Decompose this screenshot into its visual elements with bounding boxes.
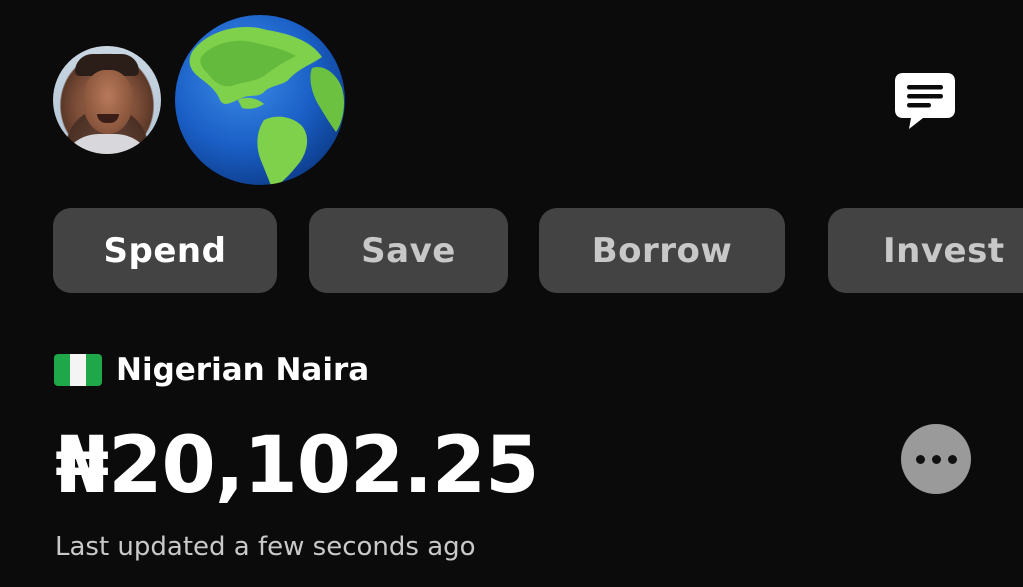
more-options-button[interactable]: [901, 424, 971, 494]
tab-invest[interactable]: Invest: [828, 208, 1023, 293]
currency-selector[interactable]: Nigerian Naira: [54, 348, 369, 392]
tab-save-label: Save: [361, 230, 456, 271]
user-avatar[interactable]: [53, 46, 161, 154]
tab-invest-label: Invest: [883, 230, 1005, 271]
tab-borrow-label: Borrow: [591, 230, 733, 271]
tab-spend-label: Spend: [103, 230, 227, 271]
nigeria-flag-icon: [54, 354, 102, 386]
account-balance: ₦20,102.25: [55, 421, 539, 511]
currency-name: Nigerian Naira: [116, 352, 370, 388]
globe-icon[interactable]: [172, 12, 348, 188]
more-horizontal-icon: [915, 454, 925, 464]
tab-borrow[interactable]: Borrow: [539, 208, 785, 293]
last-updated-text: Last updated a few seconds ago: [55, 532, 476, 562]
tab-spend[interactable]: Spend: [53, 208, 277, 293]
chat-icon[interactable]: [893, 70, 957, 132]
tab-save[interactable]: Save: [309, 208, 508, 293]
